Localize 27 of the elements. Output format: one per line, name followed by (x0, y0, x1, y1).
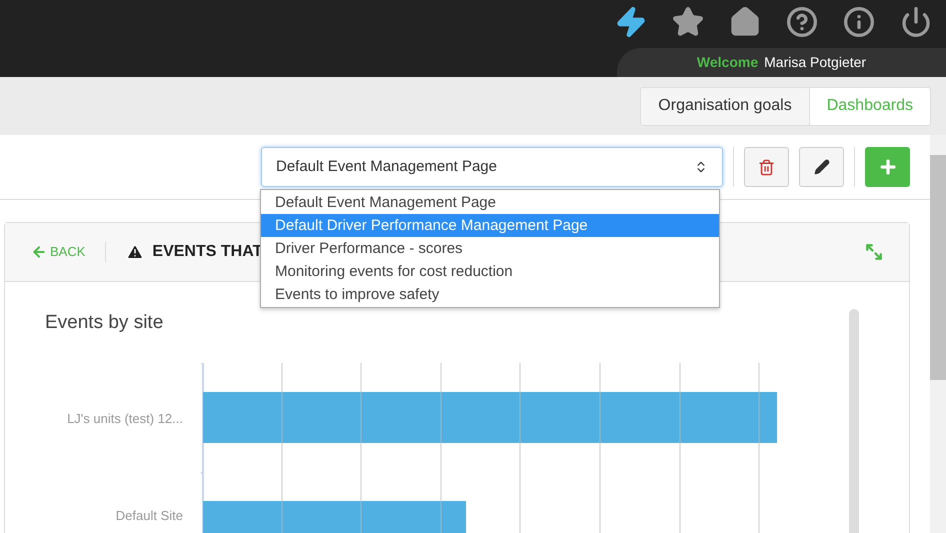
category-label: LJ's units (test) 12... (67, 410, 183, 428)
star-icon[interactable] (672, 6, 704, 38)
page-select[interactable]: Default Event Management Page (261, 147, 723, 187)
power-icon[interactable] (900, 6, 932, 38)
pencil-icon (814, 159, 830, 175)
page-scrollbar[interactable] (930, 135, 946, 533)
dropdown-option[interactable]: Driver Performance - scores (261, 237, 719, 260)
lightning-icon[interactable] (615, 6, 647, 38)
dropdown-option[interactable]: Events to improve safety (261, 283, 719, 306)
card-scrollbar[interactable] (849, 309, 859, 533)
edit-button[interactable] (799, 147, 844, 187)
welcome-label: Welcome (696, 53, 758, 72)
tab[interactable]: Organisation goals (641, 88, 809, 124)
dropdown-option[interactable]: Monitoring events for cost reduction (261, 260, 719, 283)
chart-title: Events by site (45, 311, 164, 335)
delete-button[interactable] (744, 147, 789, 187)
trash-icon (758, 158, 775, 176)
user-name: Marisa Potgieter (764, 53, 866, 72)
card-title: EVENTS THAT (152, 242, 262, 262)
help-icon[interactable] (786, 6, 818, 38)
dropdown-option[interactable]: Default Event Management Page (261, 191, 719, 214)
home-icon[interactable] (729, 6, 761, 38)
plus-icon (878, 157, 898, 177)
select-value: Default Event Management Page (276, 156, 497, 177)
warning-icon (126, 243, 144, 261)
info-icon[interactable] (843, 6, 875, 38)
category-label: Default Site (116, 506, 183, 524)
